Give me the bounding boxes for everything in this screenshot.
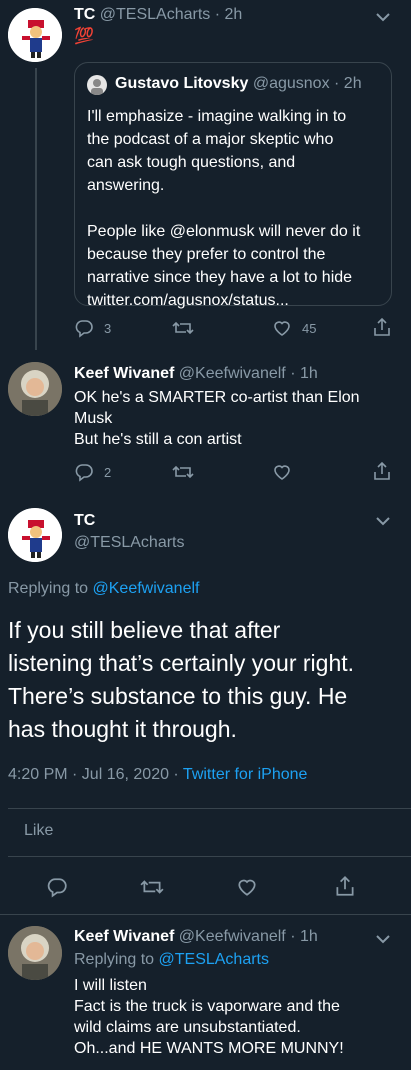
author-name[interactable]: TC	[74, 6, 95, 23]
like-icon	[236, 876, 258, 898]
avatar-tc[interactable]	[8, 8, 62, 62]
avatar-keef[interactable]	[8, 362, 62, 416]
tweet-text: 💯	[74, 28, 94, 45]
author-name[interactable]: TC	[74, 512, 95, 530]
like-icon	[272, 318, 292, 338]
tweet-meta: 4:20 PM · Jul 16, 2020 · Twitter for iPh…	[8, 766, 307, 784]
tweet-text: I will listen Fact is the truck is vapor…	[74, 975, 404, 1059]
chevron-down-icon[interactable]	[376, 934, 390, 944]
main-tweet-text: If you still believe that after listenin…	[8, 614, 408, 746]
retweet-icon	[172, 318, 194, 338]
tweet-time[interactable]: · 1h	[290, 365, 318, 382]
timestamp[interactable]: 4:20 PM · Jul 16, 2020 ·	[8, 766, 179, 783]
reply-button[interactable]: 3	[74, 318, 111, 338]
quote-text: I'll emphasize - imagine walking in to t…	[87, 105, 387, 312]
quote-link[interactable]: twitter.com/agusnox/status...	[87, 289, 387, 312]
tweet-line: Musk	[74, 410, 113, 427]
replying-handle-link[interactable]: @Keefwivanelf	[93, 580, 200, 597]
tweet-line: has thought it through.	[8, 716, 237, 742]
like-label[interactable]: Like	[24, 822, 53, 840]
quote-header: Gustavo Litovsky @agusnox · 2h	[115, 75, 362, 93]
avatar-tc[interactable]	[8, 508, 62, 562]
reply-icon	[74, 462, 94, 482]
share-icon	[334, 874, 356, 898]
avatar-keef[interactable]	[8, 926, 62, 980]
replying-to: Replying to @Keefwivanelf	[8, 580, 199, 598]
replying-prefix: Replying to	[8, 580, 89, 597]
tweet-header: TC @TESLAcharts · 2h	[74, 6, 242, 24]
chevron-down-icon[interactable]	[376, 516, 390, 526]
quote-avatar	[87, 75, 107, 95]
retweet-button[interactable]	[140, 876, 164, 898]
like-count: 45	[302, 320, 317, 336]
reply-icon	[46, 876, 68, 898]
retweet-button[interactable]	[172, 318, 194, 338]
quote-author-name: Gustavo Litovsky	[115, 75, 249, 92]
author-name[interactable]: Keef Wivanef	[74, 928, 174, 945]
tweet-header: Keef Wivanef @Keefwivanelf · 1h	[74, 928, 318, 946]
quote-line: can ask tough questions, and	[87, 154, 296, 171]
reply-button[interactable]: 2	[74, 462, 111, 482]
retweet-icon	[140, 876, 164, 898]
quote-time: · 2h	[334, 75, 362, 92]
replying-prefix: Replying to	[74, 951, 155, 968]
divider	[8, 808, 411, 809]
tweet-line: Fact is the truck is vaporware and the	[74, 998, 340, 1015]
retweet-button[interactable]	[172, 462, 194, 482]
quote-line: the podcast of a major skeptic who	[87, 131, 334, 148]
like-button[interactable]	[236, 876, 258, 898]
tweet-line: I will listen	[74, 977, 147, 994]
quote-line: answering.	[87, 177, 165, 194]
retweet-icon	[172, 462, 194, 482]
share-icon	[372, 460, 392, 482]
quote-line: because they prefer to control the	[87, 246, 326, 263]
like-button[interactable]	[272, 462, 292, 482]
chevron-down-icon[interactable]	[376, 12, 390, 22]
quote-line-blank	[87, 197, 387, 220]
reply-button[interactable]	[46, 876, 68, 898]
divider	[0, 914, 411, 915]
author-name[interactable]: Keef Wivanef	[74, 365, 174, 382]
tweet-line: Oh...and HE WANTS MORE MUNNY!	[74, 1040, 344, 1057]
tweet-line: listening that’s certainly your right.	[8, 650, 355, 676]
reply-count: 2	[104, 464, 112, 480]
author-handle[interactable]: @TESLAcharts	[74, 534, 185, 552]
reply-count: 3	[104, 320, 112, 336]
quote-line: People like @elonmusk will never do it	[87, 223, 361, 240]
divider	[8, 856, 411, 857]
tweet-line: If you still believe that after	[8, 617, 281, 643]
tweet-line: There’s substance to this guy. He	[8, 683, 348, 709]
quoted-tweet[interactable]: Gustavo Litovsky @agusnox · 2h I'll emph…	[74, 62, 392, 309]
author-handle[interactable]: @Keefwivanelf	[179, 365, 286, 382]
tweet-header: Keef Wivanef @Keefwivanelf · 1h	[74, 365, 318, 383]
tweet-line: wild claims are unsubstantiated.	[74, 1019, 301, 1036]
replying-to: Replying to @TESLAcharts	[74, 951, 269, 969]
tweet-line: But he's still a con artist	[74, 431, 242, 448]
quote-line: narrative since they have a lot to hide	[87, 269, 353, 286]
share-button[interactable]	[334, 874, 356, 898]
reply-icon	[74, 318, 94, 338]
quote-line: I'll emphasize - imagine walking in to	[87, 108, 347, 125]
share-button[interactable]	[372, 460, 392, 482]
tweet-time[interactable]: · 2h	[215, 6, 243, 23]
share-icon	[372, 316, 392, 338]
author-handle[interactable]: @TESLAcharts	[100, 6, 211, 23]
replying-handle-link[interactable]: @TESLAcharts	[159, 951, 270, 968]
like-button[interactable]: 45	[272, 318, 316, 338]
tweet-line: OK he's a SMARTER co-artist than Elon	[74, 389, 360, 406]
share-button[interactable]	[372, 316, 392, 338]
thread-line	[35, 68, 37, 350]
like-icon	[272, 462, 292, 482]
tweet-time[interactable]: · 1h	[290, 928, 318, 945]
source-link[interactable]: Twitter for iPhone	[183, 766, 308, 783]
quote-author-handle: @agusnox	[252, 75, 330, 92]
author-handle[interactable]: @Keefwivanelf	[179, 928, 286, 945]
tweet-text: OK he's a SMARTER co-artist than Elon Mu…	[74, 387, 394, 450]
